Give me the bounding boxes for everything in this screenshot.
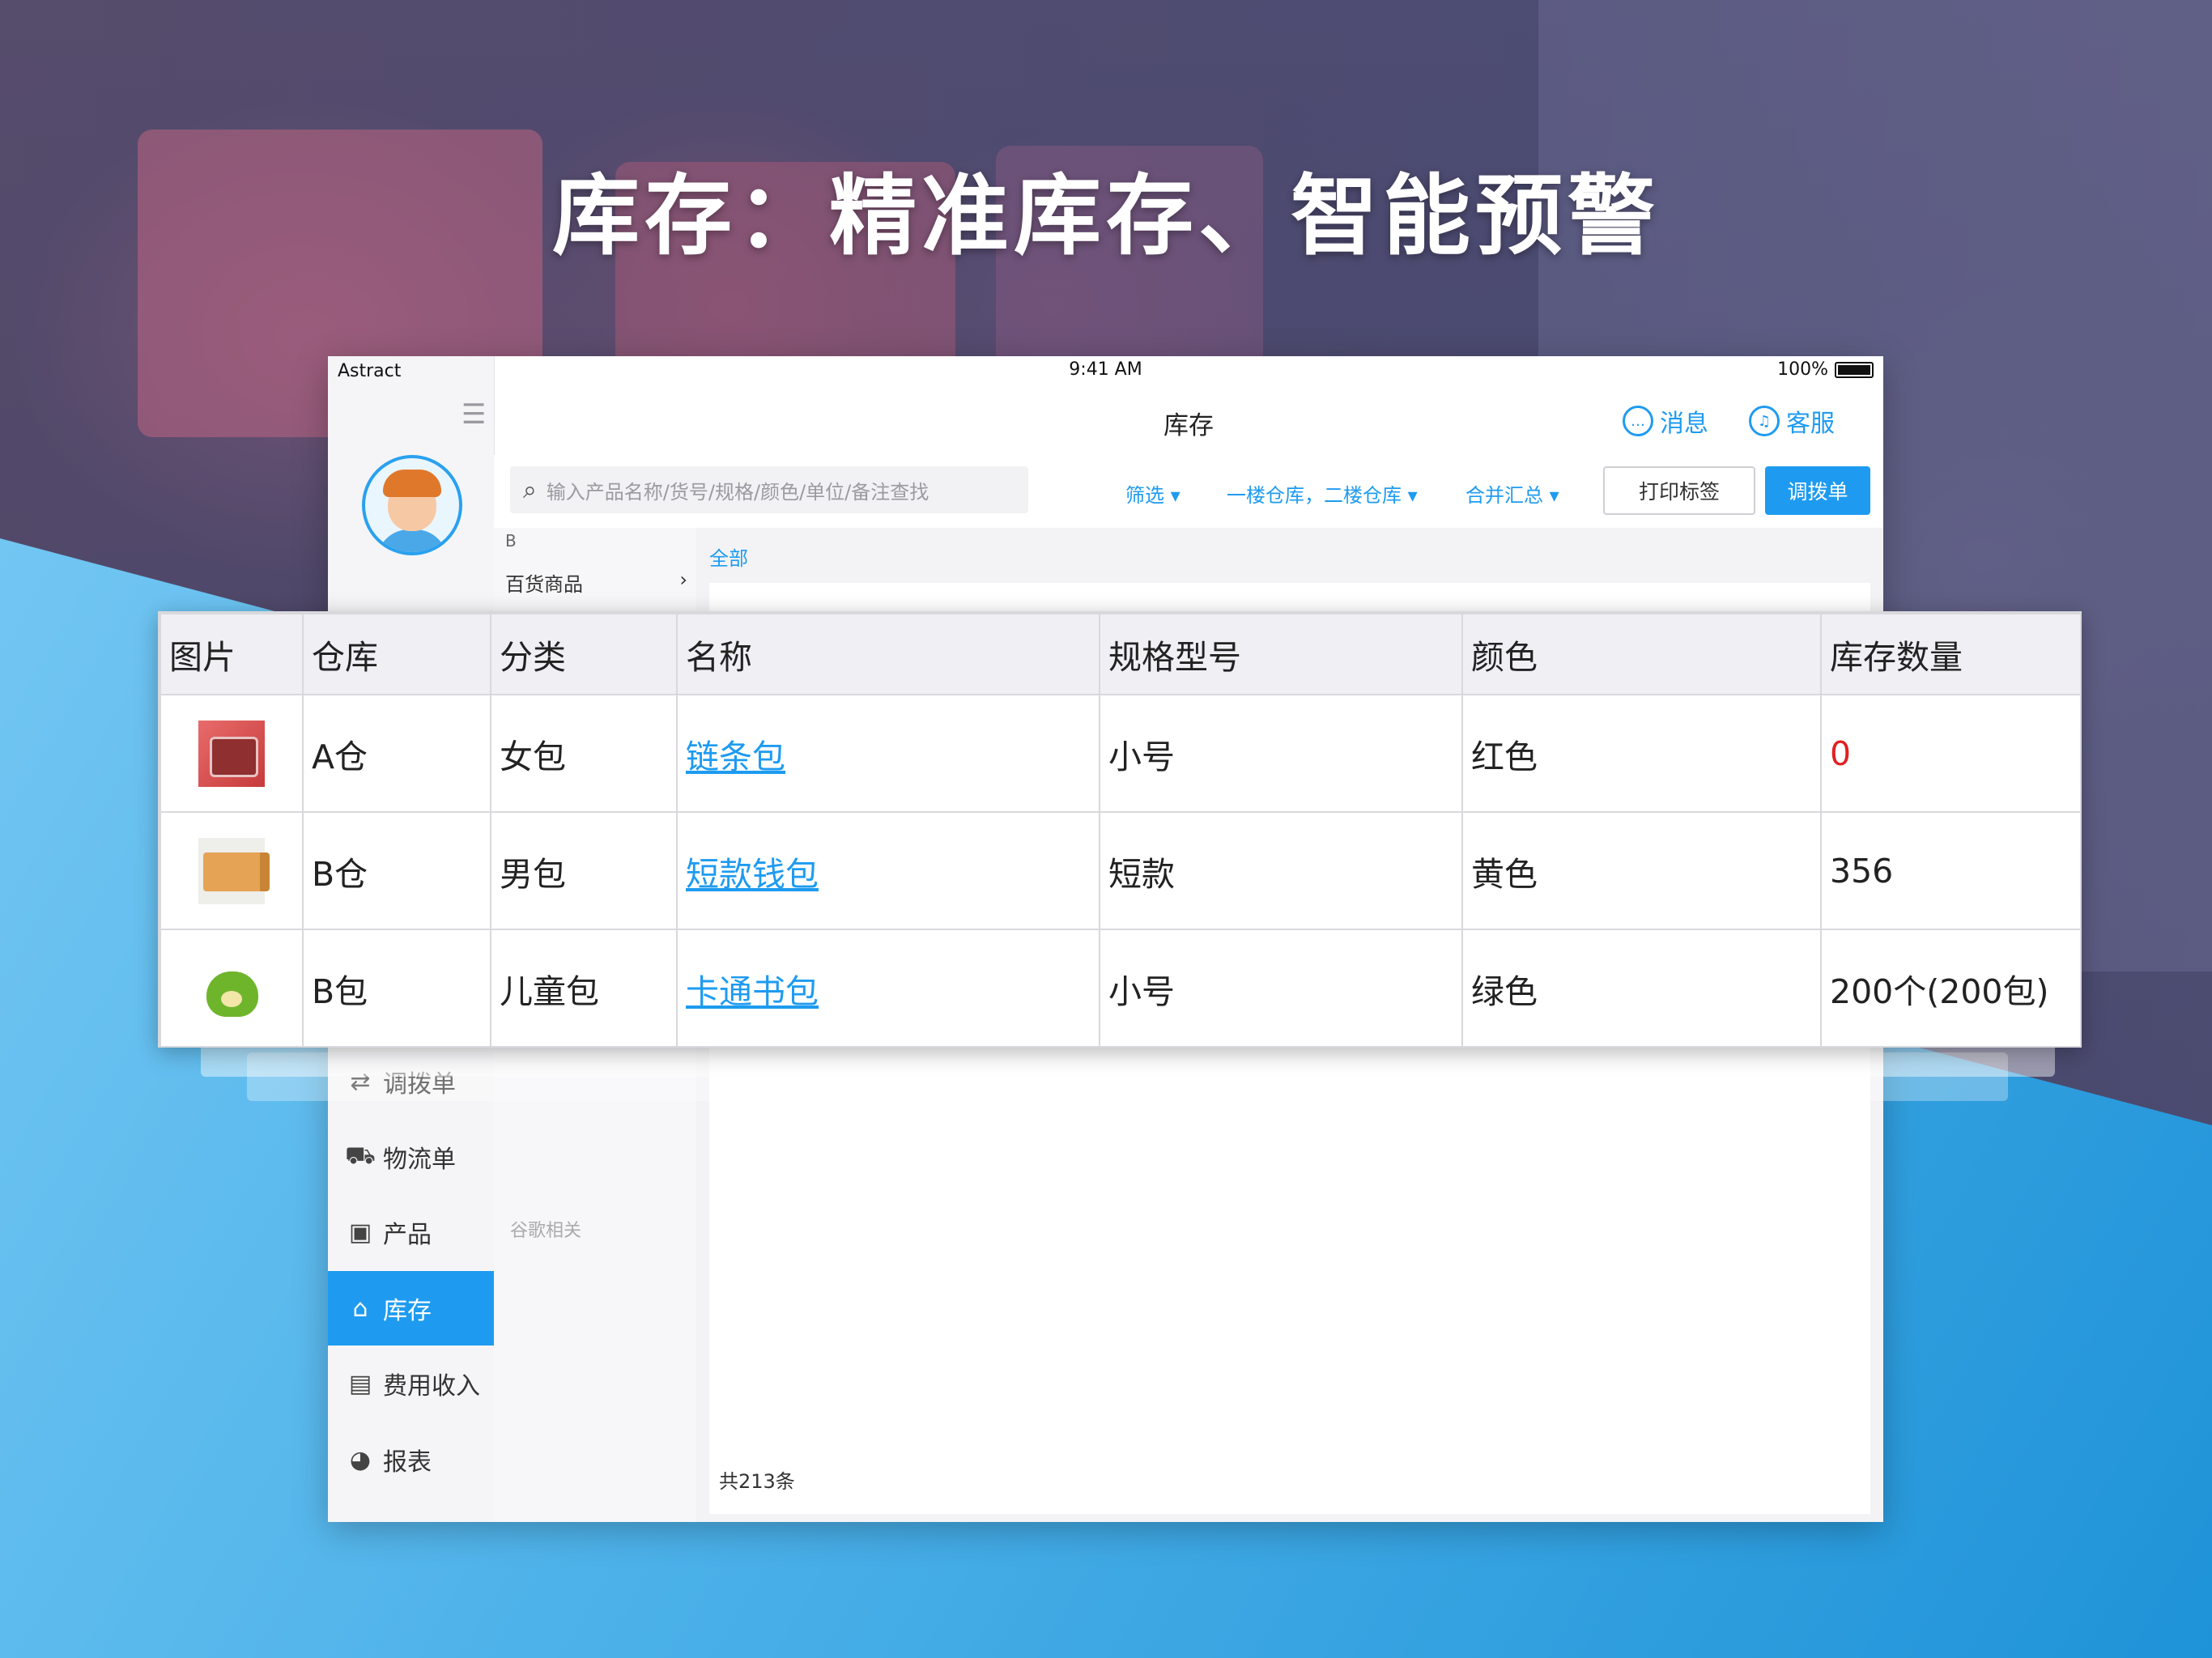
col-header-color: 颜色 <box>1461 613 1822 695</box>
product-name-link[interactable]: 短款钱包 <box>676 811 1100 930</box>
cell-warehouse: A仓 <box>302 694 491 813</box>
pie-chart-icon: ◕ <box>349 1445 372 1474</box>
cell-warehouse: B包 <box>302 929 491 1048</box>
sidebar-item-inventory[interactable]: ⌂ 库存 <box>328 1271 494 1346</box>
chat-bubble-icon: … <box>1623 406 1653 436</box>
sidebar-item-label: 物流单 <box>383 1146 456 1174</box>
col-header-name: 名称 <box>676 613 1100 695</box>
product-thumbnail[interactable] <box>198 720 265 787</box>
sidebar-item-reports[interactable]: ◕ 报表 <box>328 1422 494 1497</box>
battery-status: 100% <box>1777 359 1874 380</box>
warehouse-dropdown[interactable]: 一楼仓库，二楼仓库 ▾ <box>1227 479 1418 508</box>
total-count: 共213条 <box>719 1470 795 1493</box>
col-header-qty: 库存数量 <box>1820 613 2082 695</box>
product-thumbnail[interactable] <box>198 954 265 1022</box>
avatar[interactable] <box>362 455 462 555</box>
headline: 库存：精准库存、智能预警 <box>551 166 1660 267</box>
table-header-row: 图片 仓库 分类 名称 规格型号 颜色 库存数量 <box>160 613 2082 695</box>
headset-icon: ♫ <box>1749 406 1780 436</box>
product-name-link[interactable]: 卡通书包 <box>676 929 1100 1048</box>
col-header-category: 分类 <box>490 613 678 695</box>
sidebar-item-label: 产品 <box>383 1221 432 1249</box>
status-bar: Astract 9:41 AM 100% <box>328 356 1883 389</box>
search-icon: ⌕ <box>523 475 537 504</box>
product-thumbnail-cell <box>160 929 304 1048</box>
cell-qty: 200个(200包) <box>1820 929 2082 1048</box>
customer-service-button[interactable]: ♫ 客服 <box>1749 403 1835 439</box>
cell-color: 黄色 <box>1461 811 1822 930</box>
product-thumbnail[interactable] <box>198 837 270 904</box>
category-item-dim[interactable]: 谷歌相关 <box>510 1216 581 1242</box>
cell-spec: 短款 <box>1099 811 1463 930</box>
cell-spec: 小号 <box>1099 929 1463 1048</box>
status-time: 9:41 AM <box>1069 359 1142 380</box>
sidebar-item-logistics[interactable]: ⛟ 物流单 <box>328 1120 494 1194</box>
table-row[interactable]: B包 儿童包 卡通书包 小号 绿色 200个(200包) <box>160 929 2082 1048</box>
sidebar-item-products[interactable]: ▣ 产品 <box>328 1195 494 1269</box>
product-name-link[interactable]: 链条包 <box>676 694 1100 813</box>
messages-button[interactable]: … 消息 <box>1623 403 1708 439</box>
col-header-spec: 规格型号 <box>1099 613 1463 695</box>
ledger-icon: ▤ <box>348 1369 372 1398</box>
truck-icon: ⛟ <box>345 1141 376 1170</box>
print-label-button[interactable]: 打印标签 <box>1603 466 1755 515</box>
col-header-warehouse: 仓库 <box>302 613 491 695</box>
category-item[interactable]: 百货商品 › <box>505 568 687 597</box>
battery-icon <box>1835 361 1874 378</box>
cell-category: 女包 <box>490 694 678 813</box>
search-placeholder: 输入产品名称/货号/规格/颜色/单位/备注查找 <box>546 480 929 504</box>
search-input[interactable]: ⌕ 输入产品名称/货号/规格/颜色/单位/备注查找 <box>510 466 1028 513</box>
sidebar-item-label: 库存 <box>383 1297 432 1325</box>
box-icon: ▣ <box>348 1218 372 1247</box>
sidebar-item-expenses[interactable]: ▤ 费用收入 <box>328 1346 494 1421</box>
filter-dropdown[interactable]: 筛选 ▾ <box>1125 479 1180 508</box>
inventory-table: 图片 仓库 分类 名称 规格型号 颜色 库存数量 A仓 女包 链条包 小号 红色… <box>158 611 2082 1048</box>
toolbar: ⌕ 输入产品名称/货号/规格/颜色/单位/备注查找 筛选 ▾ 一楼仓库，二楼仓库… <box>494 455 1883 528</box>
battery-percent: 100% <box>1777 359 1828 380</box>
cell-qty: 0 <box>1820 694 2082 813</box>
header: 库存 … 消息 ♫ 客服 <box>494 389 1883 456</box>
product-thumbnail-cell <box>160 694 304 813</box>
cell-color: 绿色 <box>1461 929 1822 1048</box>
table-row[interactable]: A仓 女包 链条包 小号 红色 0 <box>160 694 2082 813</box>
messages-label: 消息 <box>1660 410 1708 438</box>
table-row[interactable]: B仓 男包 短款钱包 短款 黄色 356 <box>160 811 2082 930</box>
cell-spec: 小号 <box>1099 694 1463 813</box>
merge-dropdown[interactable]: 合并汇总 ▾ <box>1465 479 1559 508</box>
transfer-button[interactable]: 调拨单 <box>1765 466 1870 515</box>
cell-qty: 356 <box>1820 811 2082 930</box>
chevron-right-icon: › <box>679 568 687 591</box>
menu-toggle-icon[interactable]: ☰ <box>462 398 486 431</box>
cell-warehouse: B仓 <box>302 811 491 930</box>
cell-color: 红色 <box>1461 694 1822 813</box>
warehouse-icon: ⌂ <box>352 1294 368 1323</box>
category-letter: B <box>505 531 517 551</box>
product-thumbnail-cell <box>160 811 304 930</box>
sidebar-item-label: 报表 <box>383 1448 432 1477</box>
sidebar-item-label: 费用收入 <box>383 1372 480 1401</box>
col-header-image: 图片 <box>160 613 304 695</box>
all-filter-label[interactable]: 全部 <box>709 542 748 571</box>
cell-category: 男包 <box>490 811 678 930</box>
service-label: 客服 <box>1786 410 1835 438</box>
cell-category: 儿童包 <box>490 929 678 1048</box>
